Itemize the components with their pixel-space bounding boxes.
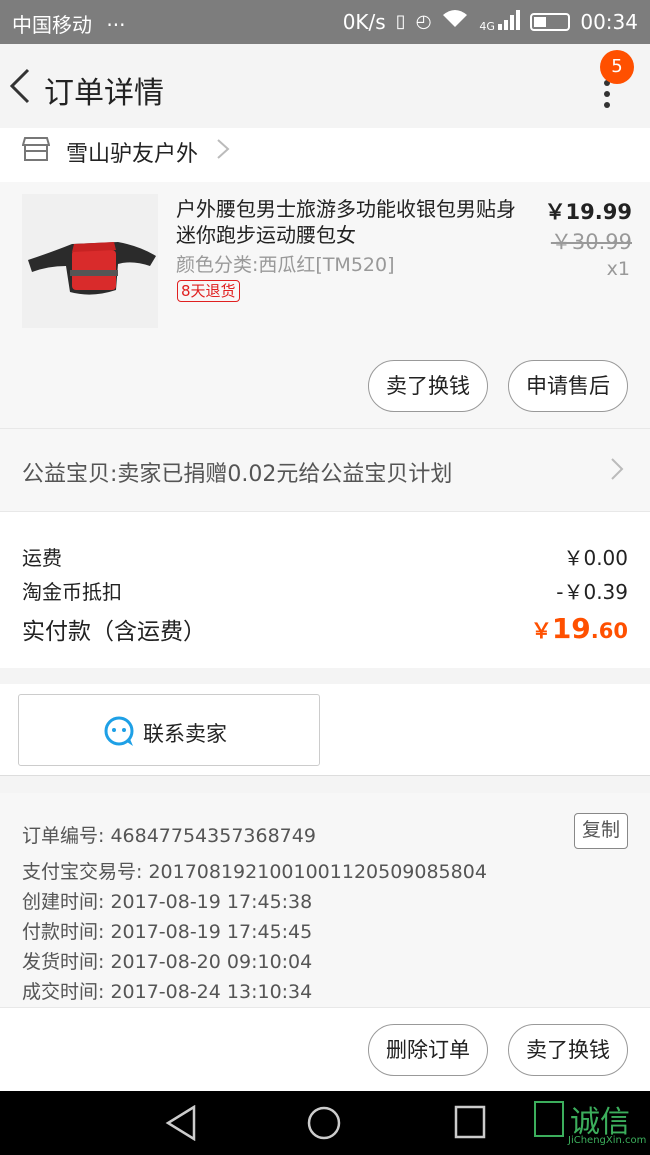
coin-deduction-label: 淘金币抵扣 [22, 580, 122, 604]
paid-integer: 19 [551, 612, 591, 645]
carrier-label: 中国移动 [12, 13, 92, 37]
order-number: 订单编号: 46847754357368749 [22, 825, 316, 847]
product-image[interactable] [22, 194, 158, 328]
chevron-left-icon [9, 68, 30, 104]
completed-time: 成交时间: 2017-08-24 13:10:34 [22, 981, 313, 1003]
shipping-fee-label: 运费 [22, 546, 62, 570]
network-type: 4G [479, 20, 495, 33]
product-item[interactable]: 户外腰包男士旅游多功能收银包男贴身迷你跑步运动腰包女 颜色分类:西瓜红[TM52… [0, 182, 650, 428]
chat-bubble-icon [103, 715, 135, 751]
shipping-fee-row: 运费 ￥0.00 [22, 542, 628, 571]
nav-recents-icon[interactable] [454, 1105, 486, 1143]
contact-area: 联系卖家 [0, 684, 650, 776]
apply-after-sale-button[interactable]: 申请售后 [508, 360, 628, 412]
fee-summary: 运费 ￥0.00 淘金币抵扣 -￥0.39 实付款（含运费） ￥19.60 [0, 512, 650, 668]
watermark-logo: 诚信 JiChengXin.com [534, 1097, 648, 1149]
notification-badge: 5 [600, 50, 634, 84]
shop-row[interactable]: 雪山驴友户外 [0, 128, 650, 182]
wifi-icon [441, 9, 469, 34]
bottom-actions: 删除订单 卖了换钱 [0, 1007, 650, 1091]
copy-button[interactable]: 复制 [574, 813, 628, 849]
battery-icon [530, 12, 571, 31]
shipping-fee-value: ￥0.00 [563, 546, 628, 570]
coin-deduction-value: -￥0.39 [556, 580, 628, 604]
network-speed: 0K/s [342, 9, 386, 34]
sell-for-cash-button-bottom[interactable]: 卖了换钱 [508, 1024, 628, 1076]
status-bar: 中国移动 ··· 0K/s ▯ ◴ 4G 00:34 [0, 0, 650, 44]
nav-home-icon[interactable] [306, 1105, 342, 1145]
order-info: 订单编号: 46847754357368749 复制 支付宝交易号: 20170… [0, 793, 650, 1007]
paid-time: 付款时间: 2017-08-19 17:45:45 [22, 921, 313, 943]
product-title: 户外腰包男士旅游多功能收银包男贴身迷你跑步运动腰包女 [176, 197, 516, 247]
contact-seller-label: 联系卖家 [143, 722, 227, 746]
watermark-logo-mark [534, 1101, 564, 1137]
system-nav-bar: 诚信 JiChengXin.com [0, 1091, 650, 1155]
chevron-right-icon [610, 457, 624, 485]
return-policy-tag: 8天退货 [177, 280, 240, 302]
charity-row[interactable]: 公益宝贝:卖家已捐赠0.02元给公益宝贝计划 [0, 428, 650, 512]
paid-decimal: .60 [590, 619, 628, 643]
clock: 00:34 [580, 9, 638, 34]
nav-back-icon[interactable] [164, 1104, 198, 1145]
original-price: ￥30.99 [550, 230, 632, 254]
signal-icon: 4G [479, 10, 521, 33]
watermark-subtext: JiChengXin.com [568, 1135, 647, 1146]
shipped-time: 发货时间: 2017-08-20 09:10:04 [22, 951, 313, 973]
shop-name: 雪山驴友户外 [66, 142, 199, 167]
paid-amount-row: 实付款（含运费） ￥19.60 [22, 612, 628, 646]
alipay-trade-number: 支付宝交易号: 2017081921001001120509085804 [22, 861, 487, 883]
page-title: 订单详情 [44, 76, 164, 111]
paid-amount-label: 实付款（含运费） [22, 619, 206, 645]
product-quantity: x1 [606, 258, 630, 280]
status-more: ··· [106, 13, 126, 37]
app-header: 订单详情 [0, 44, 650, 132]
paid-amount-value: ￥19.60 [531, 612, 628, 645]
paid-currency: ￥ [530, 619, 552, 643]
charity-text: 公益宝贝:卖家已捐赠0.02元给公益宝贝计划 [22, 462, 453, 487]
back-button[interactable] [8, 66, 38, 106]
created-time: 创建时间: 2017-08-19 17:45:38 [22, 891, 313, 913]
product-price: ￥19.99 [544, 200, 632, 224]
vibrate-icon: ▯ [395, 11, 406, 32]
delete-order-button[interactable]: 删除订单 [368, 1024, 488, 1076]
alarm-icon: ◴ [415, 11, 432, 32]
chevron-right-icon [216, 138, 230, 164]
product-spec: 颜色分类:西瓜红[TM520] [176, 254, 395, 276]
sell-for-cash-button[interactable]: 卖了换钱 [368, 360, 488, 412]
more-dots-icon [604, 80, 610, 113]
store-icon [21, 136, 51, 166]
contact-seller-button[interactable]: 联系卖家 [18, 694, 320, 766]
coin-deduction-row: 淘金币抵扣 -￥0.39 [22, 576, 628, 605]
